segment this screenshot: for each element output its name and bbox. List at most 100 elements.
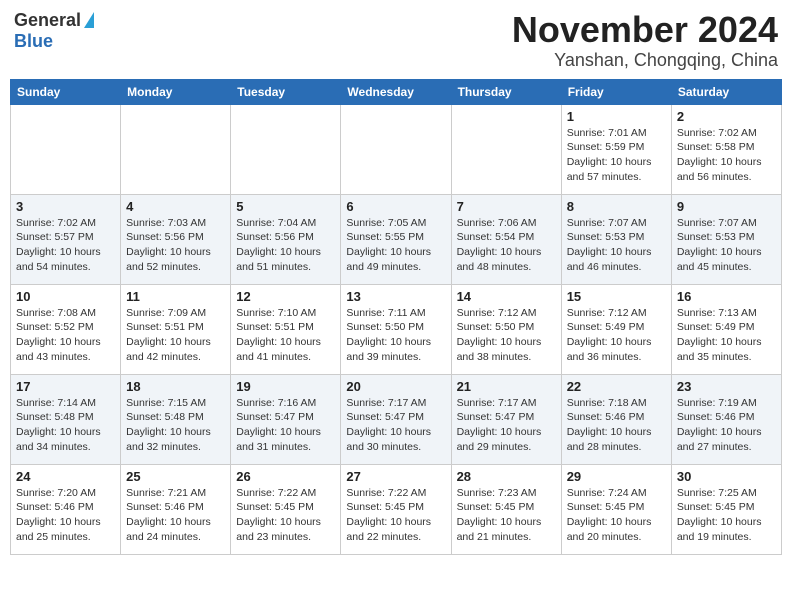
col-tuesday: Tuesday (231, 79, 341, 104)
day-detail: Sunrise: 7:22 AMSunset: 5:45 PMDaylight:… (236, 486, 335, 545)
logo-blue-text: Blue (14, 31, 53, 51)
calendar-cell: 19Sunrise: 7:16 AMSunset: 5:47 PMDayligh… (231, 374, 341, 464)
col-friday: Friday (561, 79, 671, 104)
calendar-table: Sunday Monday Tuesday Wednesday Thursday… (10, 79, 782, 555)
day-number: 6 (346, 199, 445, 214)
calendar-cell: 5Sunrise: 7:04 AMSunset: 5:56 PMDaylight… (231, 194, 341, 284)
day-number: 25 (126, 469, 225, 484)
day-number: 5 (236, 199, 335, 214)
col-wednesday: Wednesday (341, 79, 451, 104)
day-number: 20 (346, 379, 445, 394)
day-detail: Sunrise: 7:23 AMSunset: 5:45 PMDaylight:… (457, 486, 556, 545)
calendar-cell: 16Sunrise: 7:13 AMSunset: 5:49 PMDayligh… (671, 284, 781, 374)
calendar-week-row: 3 Sunrise: 7:02 AMSunset: 5:57 PMDaylight… (11, 194, 782, 284)
calendar-cell: 10 Sunrise: 7:08 AMSunset: 5:52 PMDayligh… (11, 284, 121, 374)
calendar-cell: 27Sunrise: 7:22 AMSunset: 5:45 PMDayligh… (341, 464, 451, 554)
calendar-cell (451, 104, 561, 194)
calendar-body: 1Sunrise: 7:01 AMSunset: 5:59 PMDaylight… (11, 104, 782, 554)
calendar-cell: 24 Sunrise: 7:20 AMSunset: 5:46 PMDayligh… (11, 464, 121, 554)
day-detail: Sunrise: 7:25 AMSunset: 5:45 PMDaylight:… (677, 486, 776, 545)
calendar-cell: 6 Sunrise: 7:05 AMSunset: 5:55 PMDaylight… (341, 194, 451, 284)
calendar-cell: 1Sunrise: 7:01 AMSunset: 5:59 PMDaylight… (561, 104, 671, 194)
day-number: 10 (16, 289, 115, 304)
day-number: 7 (457, 199, 556, 214)
calendar-cell: 25 Sunrise: 7:21 AMSunset: 5:46 PMDayligh… (121, 464, 231, 554)
calendar-cell: 4 Sunrise: 7:03 AMSunset: 5:56 PMDaylight… (121, 194, 231, 284)
calendar-cell: 9 Sunrise: 7:07 AMSunset: 5:53 PMDaylight… (671, 194, 781, 284)
day-number: 13 (346, 289, 445, 304)
calendar-title: November 2024 (512, 10, 778, 50)
day-detail: Sunrise: 7:11 AMSunset: 5:50 PMDaylight:… (346, 306, 445, 365)
day-detail: Sunrise: 7:03 AMSunset: 5:56 PMDaylight:… (126, 216, 225, 275)
calendar-cell: 29 Sunrise: 7:24 AMSunset: 5:45 PMDayligh… (561, 464, 671, 554)
day-detail: Sunrise: 7:07 AMSunset: 5:53 PMDaylight:… (677, 216, 776, 275)
day-detail: Sunrise: 7:10 AMSunset: 5:51 PMDaylight:… (236, 306, 335, 365)
col-sunday: Sunday (11, 79, 121, 104)
day-detail: Sunrise: 7:02 AMSunset: 5:58 PMDaylight:… (677, 126, 776, 185)
day-number: 14 (457, 289, 556, 304)
calendar-cell: 7 Sunrise: 7:06 AMSunset: 5:54 PMDaylight… (451, 194, 561, 284)
logo-general-text: General (14, 10, 81, 31)
logo-triangle-icon (84, 12, 94, 28)
day-number: 22 (567, 379, 666, 394)
calendar-cell: 20 Sunrise: 7:17 AMSunset: 5:47 PMDayligh… (341, 374, 451, 464)
calendar-cell: 13 Sunrise: 7:11 AMSunset: 5:50 PMDayligh… (341, 284, 451, 374)
day-number: 8 (567, 199, 666, 214)
day-number: 30 (677, 469, 776, 484)
calendar-cell: 18Sunrise: 7:15 AMSunset: 5:48 PMDayligh… (121, 374, 231, 464)
calendar-cell: 23Sunrise: 7:19 AMSunset: 5:46 PMDayligh… (671, 374, 781, 464)
day-detail: Sunrise: 7:18 AMSunset: 5:46 PMDaylight:… (567, 396, 666, 455)
calendar-cell (121, 104, 231, 194)
calendar-cell: 22 Sunrise: 7:18 AMSunset: 5:46 PMDayligh… (561, 374, 671, 464)
day-detail: Sunrise: 7:12 AMSunset: 5:49 PMDaylight:… (567, 306, 666, 365)
day-number: 29 (567, 469, 666, 484)
day-number: 21 (457, 379, 556, 394)
day-detail: Sunrise: 7:20 AMSunset: 5:46 PMDaylight:… (16, 486, 115, 545)
calendar-cell: 2 Sunrise: 7:02 AMSunset: 5:58 PMDaylight… (671, 104, 781, 194)
day-detail: Sunrise: 7:24 AMSunset: 5:45 PMDaylight:… (567, 486, 666, 545)
page-header: General Blue November 2024 Yanshan, Chon… (10, 10, 782, 71)
day-detail: Sunrise: 7:22 AMSunset: 5:45 PMDaylight:… (346, 486, 445, 545)
logo: General Blue (14, 10, 94, 52)
day-detail: Sunrise: 7:05 AMSunset: 5:55 PMDaylight:… (346, 216, 445, 275)
day-number: 11 (126, 289, 225, 304)
calendar-cell: 30 Sunrise: 7:25 AMSunset: 5:45 PMDayligh… (671, 464, 781, 554)
day-number: 15 (567, 289, 666, 304)
day-number: 2 (677, 109, 776, 124)
calendar-cell (11, 104, 121, 194)
calendar-cell: 12 Sunrise: 7:10 AMSunset: 5:51 PMDayligh… (231, 284, 341, 374)
day-detail: Sunrise: 7:15 AMSunset: 5:48 PMDaylight:… (126, 396, 225, 455)
day-number: 12 (236, 289, 335, 304)
day-detail: Sunrise: 7:14 AMSunset: 5:48 PMDaylight:… (16, 396, 115, 455)
day-number: 24 (16, 469, 115, 484)
day-detail: Sunrise: 7:09 AMSunset: 5:51 PMDaylight:… (126, 306, 225, 365)
day-number: 3 (16, 199, 115, 214)
day-number: 23 (677, 379, 776, 394)
calendar-cell (341, 104, 451, 194)
day-detail: Sunrise: 7:21 AMSunset: 5:46 PMDaylight:… (126, 486, 225, 545)
day-detail: Sunrise: 7:17 AMSunset: 5:47 PMDaylight:… (457, 396, 556, 455)
calendar-cell (231, 104, 341, 194)
day-detail: Sunrise: 7:17 AMSunset: 5:47 PMDaylight:… (346, 396, 445, 455)
calendar-subtitle: Yanshan, Chongqing, China (512, 50, 778, 71)
day-number: 4 (126, 199, 225, 214)
day-detail: Sunrise: 7:12 AMSunset: 5:50 PMDaylight:… (457, 306, 556, 365)
calendar-week-row: 10 Sunrise: 7:08 AMSunset: 5:52 PMDayligh… (11, 284, 782, 374)
day-detail: Sunrise: 7:02 AMSunset: 5:57 PMDaylight:… (16, 216, 115, 275)
col-saturday: Saturday (671, 79, 781, 104)
day-detail: Sunrise: 7:08 AMSunset: 5:52 PMDaylight:… (16, 306, 115, 365)
day-number: 9 (677, 199, 776, 214)
calendar-cell: 15 Sunrise: 7:12 AMSunset: 5:49 PMDayligh… (561, 284, 671, 374)
calendar-cell: 21 Sunrise: 7:17 AMSunset: 5:47 PMDayligh… (451, 374, 561, 464)
calendar-cell: 11 Sunrise: 7:09 AMSunset: 5:51 PMDayligh… (121, 284, 231, 374)
calendar-week-row: 17Sunrise: 7:14 AMSunset: 5:48 PMDayligh… (11, 374, 782, 464)
calendar-title-block: November 2024 Yanshan, Chongqing, China (512, 10, 778, 71)
day-number: 26 (236, 469, 335, 484)
calendar-header-row: Sunday Monday Tuesday Wednesday Thursday… (11, 79, 782, 104)
day-detail: Sunrise: 7:13 AMSunset: 5:49 PMDaylight:… (677, 306, 776, 365)
day-detail: Sunrise: 7:06 AMSunset: 5:54 PMDaylight:… (457, 216, 556, 275)
col-monday: Monday (121, 79, 231, 104)
calendar-cell: 8Sunrise: 7:07 AMSunset: 5:53 PMDaylight… (561, 194, 671, 284)
day-number: 28 (457, 469, 556, 484)
day-detail: Sunrise: 7:01 AMSunset: 5:59 PMDaylight:… (567, 126, 666, 185)
